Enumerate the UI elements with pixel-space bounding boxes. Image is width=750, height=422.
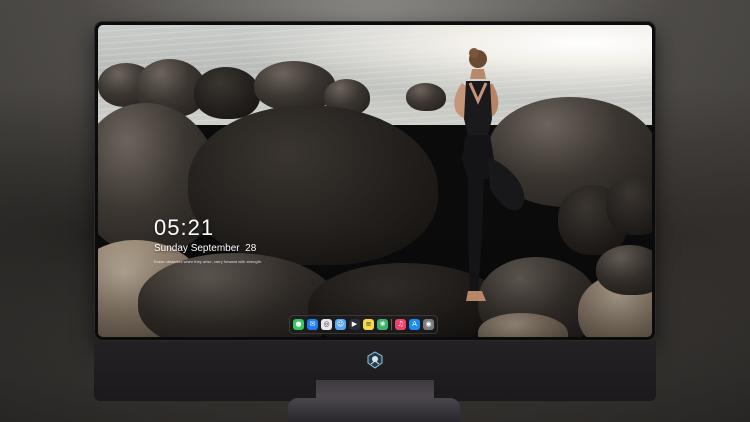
dock-separator [391,319,392,330]
music-icon[interactable]: ♫ [395,319,406,330]
rock [254,61,336,111]
lock-quote: Erase obstacles when they arise, carry f… [154,259,261,264]
dock: ● ✉ ◎ ☺ ▶ ≡ ❀ ♫ A ◉ [289,315,438,334]
brand-logo-icon [367,351,383,369]
wallpaper [98,25,652,337]
monitor-stand-neck [316,380,434,400]
finder-icon[interactable]: ☺ [335,319,346,330]
monitor-stand-base [288,398,460,422]
woman-yoga-figure [454,48,525,301]
rock [194,67,260,119]
photos-icon[interactable]: ❀ [377,319,388,330]
lock-date: Sunday September 28 [154,243,257,254]
camera-icon[interactable]: ◉ [423,319,434,330]
monitor: 05:21 Sunday September 28 Erase obstacle… [94,21,656,401]
monitor-bezel: 05:21 Sunday September 28 Erase obstacle… [94,21,656,341]
safari-icon[interactable]: ◎ [321,319,332,330]
lock-clock: 05:21 [154,215,215,240]
screen: 05:21 Sunday September 28 Erase obstacle… [98,25,652,337]
messages-icon[interactable]: ● [293,319,304,330]
mail-icon[interactable]: ✉ [307,319,318,330]
app-store-icon[interactable]: A [409,319,420,330]
videos-icon[interactable]: ▶ [349,319,360,330]
notes-icon[interactable]: ≡ [363,319,374,330]
